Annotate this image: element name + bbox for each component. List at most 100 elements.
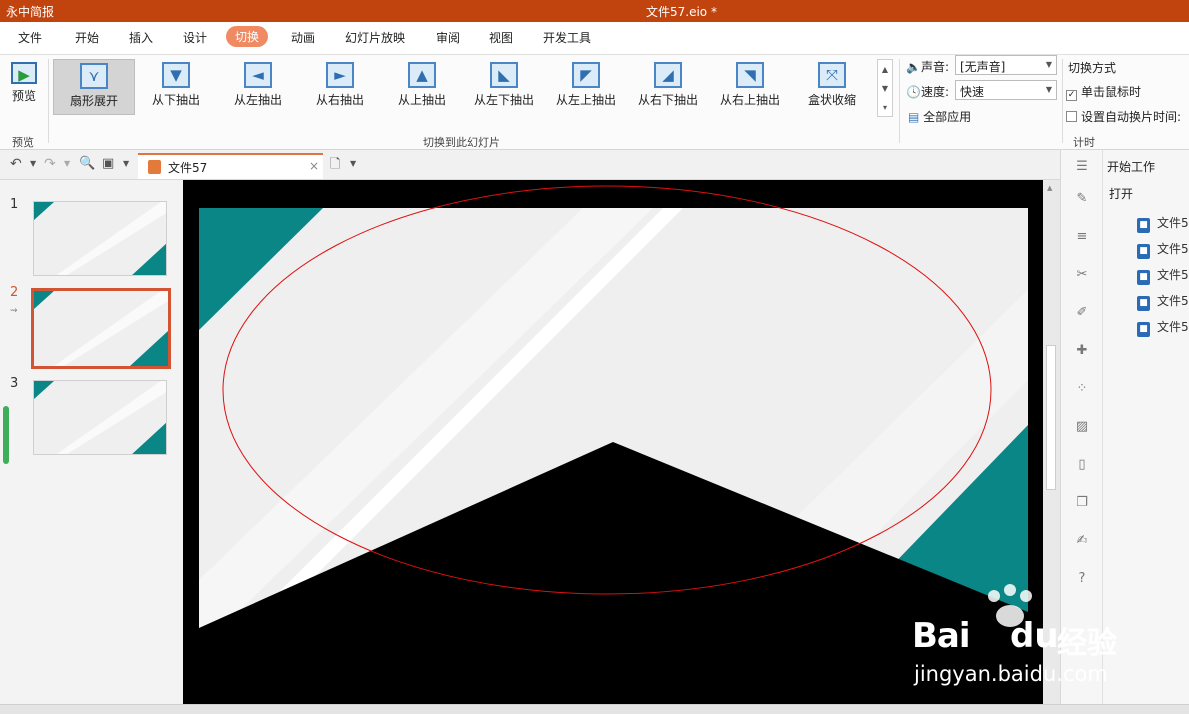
slide-thumbnail-pane: 1 2 ⇝ 3: [0, 180, 178, 710]
recent-file-name: 文件5: [1157, 268, 1189, 282]
gallery-up-arrow-icon[interactable]: ▲: [878, 60, 892, 79]
save-icon[interactable]: ▣: [102, 156, 114, 171]
slide-number: 2: [10, 285, 19, 300]
sound-select[interactable]: [无声音] ▼: [955, 55, 1057, 75]
on-click-checkbox[interactable]: ✓: [1066, 90, 1077, 101]
auto-time-row[interactable]: 设置自动换片时间:: [1066, 108, 1181, 125]
effect-label: 从右抽出: [315, 93, 364, 107]
start-work-heading: 开始工作: [1107, 160, 1156, 174]
scroll-thumb[interactable]: [1046, 345, 1056, 490]
menu-lines-icon[interactable]: ☰: [1073, 159, 1091, 177]
redo-dropdown-icon[interactable]: ▼: [64, 159, 70, 168]
effect-label: 从左抽出: [233, 93, 282, 107]
redo-icon[interactable]: ↷: [44, 156, 56, 172]
pull-from-bottom-left-icon: ◣: [490, 62, 518, 88]
menu-devtools[interactable]: 开发工具: [543, 29, 591, 46]
gallery-down-arrow-icon[interactable]: ▼: [878, 79, 892, 98]
gallery-more-icon[interactable]: ▾: [878, 98, 892, 117]
chevron-down-icon: ▼: [1045, 60, 1052, 69]
sound-icon: 🔈: [906, 60, 921, 74]
divider: [1062, 59, 1063, 143]
pencil-icon[interactable]: ✎: [1073, 191, 1091, 209]
menu-design[interactable]: 设计: [183, 29, 207, 46]
status-bar: [0, 704, 1189, 714]
effect-glyph: ⤧: [825, 66, 838, 84]
sound-row: 🔈声音:: [906, 58, 949, 75]
on-click-row[interactable]: ✓ 单击鼠标时: [1066, 83, 1141, 101]
speed-value: 快速: [960, 85, 985, 99]
effect-label: 从右上抽出: [719, 93, 780, 107]
slide-number: 3: [10, 376, 19, 391]
watermark-url: jingyan.baidu.com: [914, 662, 1108, 686]
scroll-up-icon[interactable]: ▲: [1047, 184, 1052, 192]
edit-icon[interactable]: ✍: [1073, 533, 1091, 551]
recent-file-item[interactable]: ■ 文件5: [1137, 214, 1189, 233]
effect-pull-from-top-left-button[interactable]: ◤ 从左上抽出: [545, 59, 627, 115]
menu-view[interactable]: 视图: [489, 29, 513, 46]
effect-pull-from-bottom-left-button[interactable]: ◣ 从左下抽出: [463, 59, 545, 115]
new-dropdown-icon[interactable]: ▼: [350, 159, 356, 168]
save-dropdown-icon[interactable]: ▼: [123, 159, 129, 168]
close-icon[interactable]: ×: [309, 159, 319, 173]
apply-all-button[interactable]: ▤ 全部应用: [908, 108, 971, 125]
recent-file-item[interactable]: ■ 文件5: [1137, 292, 1189, 311]
document-tab[interactable]: 文件57 ×: [138, 153, 323, 179]
slide-thumbnail-1[interactable]: [33, 201, 167, 276]
recent-file-item[interactable]: ■ 文件5: [1137, 240, 1189, 259]
preview-label: 预览: [11, 89, 36, 103]
brush-icon[interactable]: ✐: [1073, 305, 1091, 323]
menu-animation[interactable]: 动画: [291, 29, 315, 46]
pull-from-top-icon: ▲: [408, 62, 436, 88]
recent-file-name: 文件5: [1157, 294, 1189, 308]
gallery-scroll[interactable]: ▲ ▼ ▾: [877, 59, 893, 117]
menu-home[interactable]: 开始: [75, 29, 99, 46]
undo-icon[interactable]: ↶: [10, 156, 22, 172]
document-file-icon: ■: [1137, 244, 1150, 259]
preview-button[interactable]: ▶ 预览: [2, 59, 46, 115]
picture-icon[interactable]: ▨: [1073, 419, 1091, 437]
document-file-icon: ■: [1137, 218, 1150, 233]
slide-thumbnail-2[interactable]: [31, 288, 171, 369]
effect-pull-from-bottom-button[interactable]: ▼ 从下抽出: [135, 59, 217, 115]
tools-icon[interactable]: ✂: [1073, 267, 1091, 285]
menu-transition[interactable]: 切换: [226, 26, 269, 47]
effect-glyph: ◤: [580, 66, 592, 84]
switch-mode-label: 切换方式: [1068, 61, 1117, 75]
speed-label: 速度:: [920, 85, 949, 99]
effect-box-shrink-button[interactable]: ⤧ 盒状收缩: [791, 59, 873, 115]
copy-icon[interactable]: ❐: [1073, 495, 1091, 513]
apply-all-label: 全部应用: [923, 110, 972, 124]
pane-scrollbar[interactable]: [3, 406, 9, 464]
recent-file-item[interactable]: ■ 文件5: [1137, 266, 1189, 285]
menu-insert[interactable]: 插入: [129, 29, 153, 46]
watermark-brand-b: du: [1010, 616, 1059, 656]
effect-label: 从右下抽出: [637, 93, 698, 107]
menu-file[interactable]: 文件: [18, 29, 42, 46]
effect-pull-from-top-button[interactable]: ▲ 从上抽出: [381, 59, 463, 115]
effect-fan-expand-button[interactable]: ⋎ 扇形展开: [53, 59, 135, 115]
effect-pull-from-bottom-right-button[interactable]: ◢ 从右下抽出: [627, 59, 709, 115]
puzzle-icon[interactable]: ✚: [1073, 343, 1091, 361]
effect-pull-from-left-button[interactable]: ◄ 从左抽出: [217, 59, 299, 115]
print-preview-icon[interactable]: 🔍: [79, 156, 95, 171]
recent-file-name: 文件5: [1157, 242, 1189, 256]
effect-glyph: ◥: [744, 66, 756, 84]
divider: [899, 59, 900, 143]
grid-icon[interactable]: ⁘: [1073, 381, 1091, 399]
auto-time-checkbox[interactable]: [1066, 111, 1077, 122]
title-bar: 永中简报 文件57.eio *: [0, 0, 1189, 22]
quick-access-bar: ↶ ▼ ↷ ▼ 🔍 ▣ ▼ 文件57 × 🗋 ▼: [0, 150, 1060, 180]
effect-label: 扇形展开: [69, 94, 118, 108]
slide-thumbnail-3[interactable]: [33, 380, 167, 455]
sliders-icon[interactable]: ≡: [1073, 229, 1091, 247]
effect-pull-from-right-button[interactable]: ► 从右抽出: [299, 59, 381, 115]
menu-slideshow[interactable]: 幻灯片放映: [345, 29, 405, 46]
recent-file-item[interactable]: ■ 文件5: [1137, 318, 1189, 337]
menu-review[interactable]: 审阅: [436, 29, 460, 46]
speed-select[interactable]: 快速 ▼: [955, 80, 1057, 100]
new-document-icon[interactable]: 🗋: [330, 155, 340, 177]
clipboard-icon[interactable]: ▯: [1073, 457, 1091, 475]
effect-pull-from-top-right-button[interactable]: ◥ 从右上抽出: [709, 59, 791, 115]
undo-dropdown-icon[interactable]: ▼: [30, 159, 36, 168]
menu-bar: 文件 开始 插入 设计 切换 动画 幻灯片放映 审阅 视图 开发工具: [0, 22, 1189, 54]
